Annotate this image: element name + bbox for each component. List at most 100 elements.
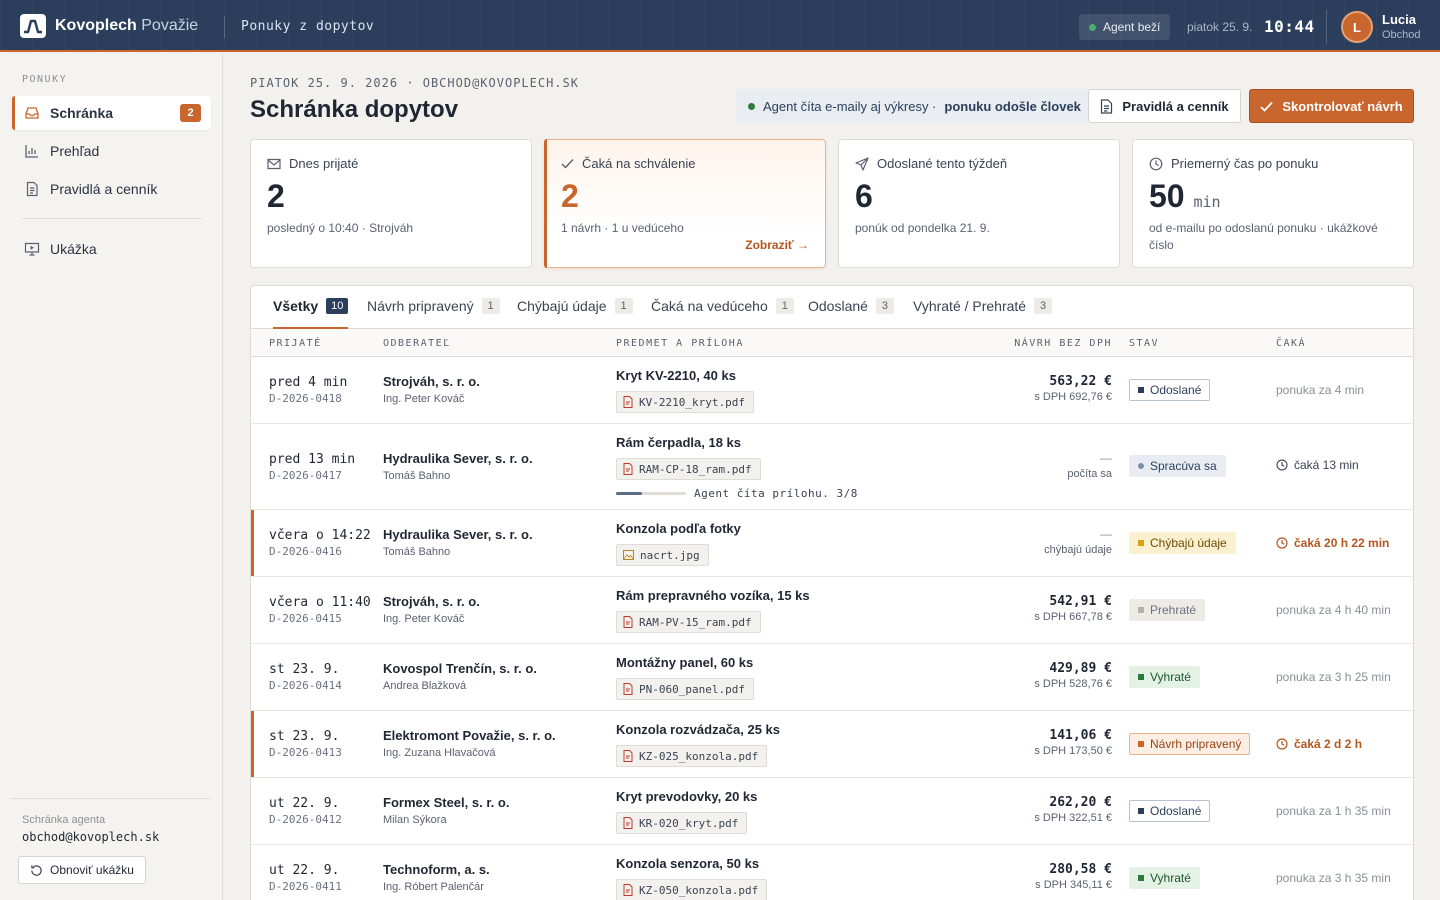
refresh-icon — [31, 864, 42, 876]
image-file-icon — [623, 550, 634, 560]
mail-icon — [267, 158, 281, 169]
divider — [22, 218, 202, 219]
status-dot-icon — [1089, 23, 1096, 31]
stat-card-sent: Odoslané tento týždeň 6 ponúk od pondelk… — [838, 139, 1120, 268]
stat-subtitle: ponúk od pondelka 21. 9. — [855, 221, 990, 235]
section-title: Ponuky z dopytov — [241, 19, 375, 34]
attachment-chip[interactable]: KZ-025_konzola.pdf — [616, 745, 768, 767]
received-time: pred 4 min — [269, 375, 348, 390]
attachment-chip[interactable]: RAM-CP-18_ram.pdf — [616, 458, 761, 480]
price-net: 141,06 € — [1049, 728, 1112, 743]
tab-awaiting-manager[interactable]: Čaká na vedúceho 1 — [651, 298, 794, 329]
contact-name: Ing. Peter Kováč — [383, 393, 465, 405]
column-header[interactable]: STAV — [1129, 338, 1159, 349]
subject: Montážny panel, 60 ks — [616, 655, 754, 670]
attachment-chip[interactable]: KZ-050_konzola.pdf — [616, 879, 768, 900]
tab-draft-ready[interactable]: Návrh pripravený 1 — [367, 298, 500, 329]
attachment-chip[interactable]: RAM-PV-15_ram.pdf — [616, 611, 761, 633]
price-net: — — [1100, 527, 1112, 541]
customer-name: Strojváh, s. r. o. — [383, 594, 480, 609]
sidebar-item-overview[interactable]: Prehľad — [12, 134, 211, 168]
contact-name: Milan Sýkora — [383, 814, 447, 826]
column-header[interactable]: ČAKÁ — [1276, 338, 1306, 349]
divider — [224, 16, 225, 38]
check-icon — [561, 159, 574, 169]
agent-inbox-label: Schránka agenta — [22, 814, 106, 826]
rules-button[interactable]: Pravidlá a cenník — [1088, 89, 1241, 123]
pdf-file-icon — [623, 396, 633, 408]
table-row[interactable]: včera o 11:40 D-2026-0415 Strojváh, s. r… — [251, 577, 1413, 644]
received-time: včera o 14:22 — [269, 528, 371, 543]
table-row[interactable]: st 23. 9. D-2026-0414 Kovospol Trenčín, … — [251, 644, 1413, 711]
status-badge: Vyhraté — [1129, 666, 1200, 688]
stat-value: 2 — [267, 178, 285, 214]
price-net: 563,22 € — [1049, 374, 1112, 389]
attachment-chip[interactable]: PN-060_panel.pdf — [616, 678, 754, 700]
wait-time: ponuka za 3 h 35 min — [1276, 871, 1391, 885]
clock-icon — [1276, 537, 1288, 549]
table-row[interactable]: st 23. 9. D-2026-0413 Elektromont Považi… — [251, 711, 1413, 778]
tab-all[interactable]: Všetky 10 — [273, 298, 349, 329]
customer-name: Hydraulika Sever, s. r. o. — [383, 451, 533, 466]
tab-missing-data[interactable]: Chýbajú údaje 1 — [517, 298, 633, 329]
tab-won-lost[interactable]: Vyhraté / Prehraté 3 — [913, 298, 1053, 329]
clock-icon — [1149, 157, 1163, 170]
contact-name: Andrea Blažková — [383, 680, 467, 692]
status-badge: Prehraté — [1129, 599, 1206, 621]
status-badge: Odoslané — [1129, 379, 1211, 401]
sidebar-item-inbox[interactable]: Schránka 2 — [12, 96, 211, 130]
inquiry-id: D-2026-0417 — [269, 469, 342, 482]
attachment-chip[interactable]: KR-020_kryt.pdf — [616, 812, 748, 834]
pdf-file-icon — [623, 616, 633, 628]
wait-time: čaká 20 h 22 min — [1276, 536, 1389, 550]
column-header[interactable]: PREDMET A PRÍLOHA — [616, 338, 744, 349]
contact-name: Tomáš Bahno — [383, 546, 451, 558]
inquiry-id: D-2026-0416 — [269, 545, 342, 558]
column-header[interactable]: PRIJATÉ — [269, 338, 322, 349]
sidebar-item-demo[interactable]: Ukážka — [12, 232, 211, 266]
inquiry-id: D-2026-0411 — [269, 880, 342, 893]
pdf-file-icon — [623, 817, 633, 829]
column-header[interactable]: ODBERATEĽ — [383, 338, 451, 349]
check-draft-button[interactable]: Skontrolovať návrh — [1249, 89, 1414, 123]
price-net: 262,20 € — [1049, 795, 1112, 810]
table-row[interactable]: ut 22. 9. D-2026-0411 Technoform, a. s. … — [251, 845, 1413, 900]
price-note: počíta sa — [1067, 468, 1112, 480]
stat-card-pending[interactable]: Čaká na schválenie 2 1 návrh · 1 u vedúc… — [544, 139, 826, 268]
wait-time: ponuka za 3 h 25 min — [1276, 670, 1391, 684]
price-vat: s DPH 692,76 € — [1034, 391, 1112, 403]
tab-sent[interactable]: Odoslané 3 — [808, 298, 894, 329]
contact-name: Ing. Peter Kováč — [383, 613, 465, 625]
progress-text: Agent číta prílohu. 3/8 — [694, 487, 858, 500]
received-time: včera o 11:40 — [269, 595, 371, 610]
attachment-chip[interactable]: KV-2210_kryt.pdf — [616, 391, 754, 413]
table-row[interactable]: včera o 14:22 D-2026-0416 Hydraulika Sev… — [251, 510, 1413, 577]
column-header[interactable]: NÁVRH BEZ DPH — [1014, 338, 1112, 349]
check-icon — [1260, 101, 1273, 112]
pdf-file-icon — [623, 884, 633, 896]
inquiries-panel: Všetky 10 Návrh pripravený 1 Chýbajú údaje… — [250, 285, 1414, 900]
attachment-chip[interactable]: nacrt.jpg — [616, 544, 709, 566]
table-row[interactable]: pred 4 min D-2026-0418 Strojváh, s. r. o… — [251, 357, 1413, 424]
avatar[interactable]: L — [1341, 11, 1373, 43]
logo-icon[interactable] — [20, 14, 46, 38]
breadcrumb: PIATOK 25. 9. 2026 · OBCHOD@KOVOPLECH.SK — [250, 76, 579, 90]
stat-value: 2 — [561, 178, 579, 214]
agent-notice: Agent číta e-maily aj výkresy · ponuku o… — [736, 89, 1093, 123]
subject: Kryt prevodovky, 20 ks — [616, 789, 758, 804]
table-row[interactable]: pred 13 min D-2026-0417 Hydraulika Sever… — [251, 424, 1413, 510]
customer-name: Kovospol Trenčín, s. r. o. — [383, 661, 537, 676]
wait-time: čaká 13 min — [1276, 458, 1359, 472]
reset-demo-button[interactable]: Obnoviť ukážku — [18, 856, 146, 884]
divider — [10, 798, 210, 799]
price-vat: s DPH 345,11 € — [1035, 879, 1112, 891]
top-bar: Kovoplech Považie Ponuky z dopytov Agent… — [0, 0, 1440, 52]
sidebar: PONUKY Schránka 2 Prehľad Pravidlá a cen… — [0, 54, 223, 900]
table-row[interactable]: ut 22. 9. D-2026-0412 Formex Steel, s. r… — [251, 778, 1413, 845]
show-pending-link[interactable]: Zobraziť → — [745, 238, 809, 252]
brand-name: Kovoplech Považie — [55, 17, 199, 34]
inquiry-id: D-2026-0414 — [269, 679, 342, 692]
sidebar-item-rules[interactable]: Pravidlá a cenník — [12, 172, 211, 206]
user-name[interactable]: Lucia — [1382, 12, 1416, 27]
pdf-file-icon — [623, 683, 633, 695]
